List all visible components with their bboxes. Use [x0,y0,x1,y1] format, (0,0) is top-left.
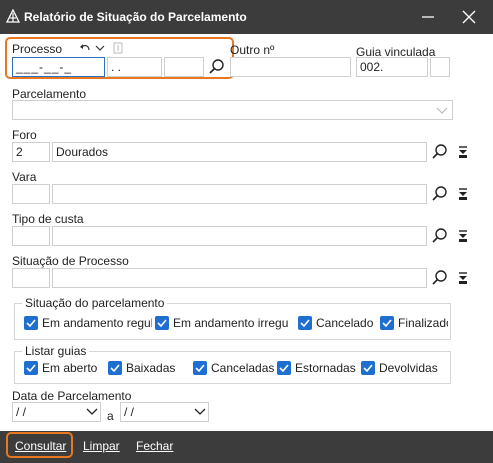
processo-seg2-value: . . [111,60,122,74]
data-inicio-value: / / [16,405,27,419]
tipo-custa-nome-field[interactable] [52,226,427,246]
foro-codigo-field[interactable]: 2 [12,142,50,162]
chevron-down-icon[interactable] [194,407,206,417]
filter-clear-icon[interactable] [457,144,469,160]
search-icon[interactable] [431,269,449,287]
consultar-button[interactable]: Consultar [15,439,66,453]
cancelado-checkbox[interactable] [298,316,312,330]
info-icon [113,42,123,54]
outro-numero-label: Outro nº [230,43,275,57]
limpar-button[interactable]: Limpar [83,439,120,453]
fechar-button[interactable]: Fechar [136,439,173,453]
baixadas-checkbox[interactable] [108,361,122,375]
parcelamento-label: Parcelamento [12,87,87,101]
situacao-processo-label: Situação de Processo [12,254,129,268]
baixadas-label[interactable]: Baixadas [126,361,175,375]
search-icon[interactable] [431,227,449,245]
processo-seg2-field[interactable]: . . [107,57,162,77]
situacao-processo-nome-field[interactable] [52,268,427,288]
finalizado-checkbox[interactable] [380,316,394,330]
em-andamento-regular-checkbox[interactable] [24,316,38,330]
filter-clear-icon[interactable] [457,228,469,244]
listar-guias-title: Listar guias [22,344,90,358]
window-title: Relatório de Situação do Parcelamento [24,10,247,24]
situacao-processo-codigo-field[interactable] [12,268,50,288]
date-separator: a [107,409,114,423]
processo-numero-value: ___-__-_ [16,60,73,74]
app-icon [6,9,20,23]
processo-seg3-field[interactable] [164,57,204,77]
data-fim-value: / / [124,405,135,419]
outro-numero-field[interactable] [230,57,351,77]
canceladas-checkbox[interactable] [193,361,207,375]
foro-label: Foro [12,128,37,142]
search-icon[interactable] [208,58,226,76]
estornadas-checkbox[interactable] [277,361,291,375]
search-icon[interactable] [431,185,449,203]
title-bar: Relatório de Situação do Parcelamento [0,0,493,34]
data-parcelamento-label: Data de Parcelamento [12,389,132,403]
filter-clear-icon[interactable] [457,270,469,286]
guia-vinculada-extra-field[interactable] [430,57,450,77]
em-aberto-label[interactable]: Em aberto [42,361,97,375]
guia-vinculada-value: 002. [360,60,384,74]
em-aberto-checkbox[interactable] [24,361,38,375]
vara-nome-field[interactable] [52,184,427,204]
vara-label: Vara [12,170,37,184]
cancelado-label[interactable]: Cancelado [316,316,376,330]
devolvidas-checkbox[interactable] [361,361,375,375]
chevron-down-icon[interactable] [86,407,98,417]
close-icon[interactable] [458,6,480,28]
foro-nome-field[interactable]: Dourados [52,142,427,162]
footer-bar [0,431,493,463]
foro-codigo-value: 2 [16,145,23,159]
tipo-custa-label: Tipo de custa [12,212,84,226]
foro-nome-value: Dourados [56,145,109,159]
processo-numero-field[interactable]: ___-__-_ [12,57,105,77]
search-icon[interactable] [431,143,449,161]
chevron-down-icon[interactable] [95,43,105,53]
finalizado-label[interactable]: Finalizado [398,316,448,330]
situacao-parcelamento-title: Situação do parcelamento [22,296,168,310]
vara-codigo-field[interactable] [12,184,50,204]
parcelamento-select[interactable] [12,100,453,120]
filter-clear-icon[interactable] [457,186,469,202]
devolvidas-label[interactable]: Devolvidas [379,361,438,375]
em-andamento-irregular-label[interactable]: Em andamento irregular [173,316,288,330]
guia-vinculada-field[interactable]: 002. [356,57,428,77]
estornadas-label[interactable]: Estornadas [295,361,356,375]
em-andamento-regular-label[interactable]: Em andamento regular [42,316,152,330]
chevron-down-icon[interactable] [436,105,448,115]
processo-label: Processo [12,42,63,56]
em-andamento-irregular-checkbox[interactable] [155,316,169,330]
undo-icon[interactable] [79,42,91,54]
minimize-icon[interactable] [417,6,439,28]
canceladas-label[interactable]: Canceladas [211,361,274,375]
tipo-custa-codigo-field[interactable] [12,226,50,246]
